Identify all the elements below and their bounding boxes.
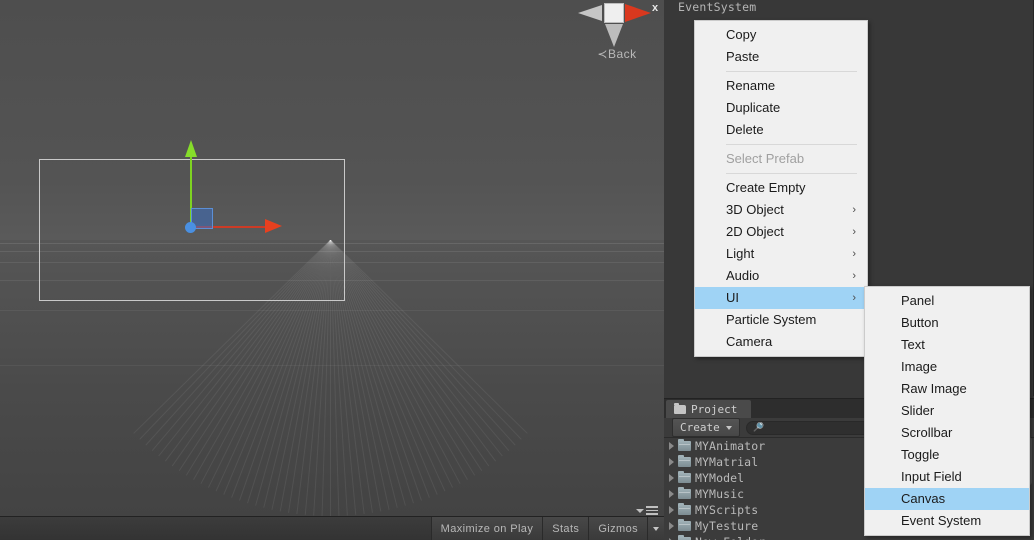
gizmo-view-label: ≺Back	[574, 47, 660, 61]
ui-submenu-item-scrollbar[interactable]: Scrollbar	[865, 422, 1029, 444]
chevron-right-icon: ›	[852, 204, 856, 216]
gizmo-positive-x-cone-icon[interactable]	[625, 4, 651, 22]
project-folder-label: MYScripts	[695, 503, 759, 517]
tab-project[interactable]: Project	[666, 400, 752, 418]
menu-item-copy[interactable]: Copy	[695, 24, 867, 46]
ui-submenu[interactable]: Panel Button Text Image Raw Image Slider Scrol…	[864, 286, 1030, 536]
folder-icon	[678, 470, 691, 483]
menu-item-ui[interactable]: UI ›	[695, 287, 867, 309]
menu-item-delete[interactable]: Delete	[695, 119, 867, 141]
scene-view-options-icon[interactable]	[636, 505, 658, 516]
gizmo-negative-y-cone-icon[interactable]	[605, 24, 623, 47]
project-folder-label: New Folder	[695, 535, 765, 540]
disclosure-triangle-icon[interactable]	[669, 458, 674, 466]
gizmos-dropdown-button[interactable]	[647, 517, 664, 540]
chevron-right-icon: ›	[852, 226, 856, 238]
tab-project-label: Project	[691, 402, 738, 416]
gizmo-negative-x-cone-icon[interactable]	[578, 5, 602, 21]
chevron-right-icon: ›	[852, 248, 856, 260]
gizmo-x-axis-label: x	[652, 2, 659, 14]
folder-icon	[678, 454, 691, 467]
unity-editor-window: x ≺Back Maximize on Play Stats Gizmos Ev…	[0, 0, 1034, 540]
ui-submenu-item-toggle[interactable]: Toggle	[865, 444, 1029, 466]
ui-submenu-item-slider[interactable]: Slider	[865, 400, 1029, 422]
gizmos-button[interactable]: Gizmos	[588, 517, 647, 540]
folder-icon	[674, 402, 686, 414]
ui-submenu-item-canvas[interactable]: Canvas	[865, 488, 1029, 510]
menu-item-create-empty[interactable]: Create Empty	[695, 177, 867, 199]
hierarchy-context-menu[interactable]: Copy Paste Rename Duplicate Delete Select Pre…	[694, 20, 868, 357]
project-folder-label: MYAnimator	[695, 439, 766, 453]
chevron-down-icon	[653, 526, 659, 531]
gizmo-lock-chevron-icon: ≺	[597, 47, 608, 61]
ui-submenu-item-panel[interactable]: Panel	[865, 290, 1029, 312]
ui-submenu-item-raw-image[interactable]: Raw Image	[865, 378, 1029, 400]
menu-item-2d-object[interactable]: 2D Object ›	[695, 221, 867, 243]
chevron-down-icon	[725, 425, 732, 430]
folder-icon	[678, 486, 691, 499]
folder-icon	[678, 518, 691, 531]
menu-item-light[interactable]: Light ›	[695, 243, 867, 265]
create-button-label: Create	[680, 421, 720, 434]
scene-bottom-toolbar: Maximize on Play Stats Gizmos	[0, 516, 664, 540]
stats-button[interactable]: Stats	[542, 517, 589, 540]
ui-submenu-item-event-system[interactable]: Event System	[865, 510, 1029, 532]
menu-item-paste[interactable]: Paste	[695, 46, 867, 68]
menu-item-audio[interactable]: Audio ›	[695, 265, 867, 287]
disclosure-triangle-icon[interactable]	[669, 474, 674, 482]
chevron-right-icon: ›	[852, 292, 856, 304]
ui-submenu-item-image[interactable]: Image	[865, 356, 1029, 378]
project-folder-label: MYModel	[695, 471, 745, 485]
transform-gizmo-y-arrow-icon[interactable]	[185, 140, 197, 157]
disclosure-triangle-icon[interactable]	[669, 522, 674, 530]
gizmo-center-cube-icon[interactable]	[604, 3, 624, 23]
chevron-down-icon	[636, 508, 644, 513]
chevron-right-icon: ›	[852, 270, 856, 282]
disclosure-triangle-icon[interactable]	[669, 442, 674, 450]
scene-grid-line	[330, 240, 468, 480]
hamburger-icon	[646, 506, 658, 515]
scene-orientation-gizmo[interactable]: x ≺Back	[572, 0, 662, 70]
project-folder-label: MYMatrial	[695, 455, 759, 469]
menu-item-particle-system[interactable]: Particle System	[695, 309, 867, 331]
transform-gizmo-x-arrow-icon[interactable]	[265, 219, 282, 233]
folder-icon	[678, 502, 691, 515]
project-folder-label: MyTesture	[695, 519, 759, 533]
menu-item-select-prefab: Select Prefab	[726, 151, 805, 166]
menu-item-duplicate[interactable]: Duplicate	[695, 97, 867, 119]
disclosure-triangle-icon[interactable]	[669, 506, 674, 514]
scene-grid-line	[330, 240, 446, 492]
folder-icon	[678, 438, 691, 451]
project-folder-label: MYMusic	[695, 487, 745, 501]
menu-separator	[726, 71, 857, 72]
hierarchy-item-eventsystem[interactable]: EventSystem	[678, 0, 756, 14]
ui-submenu-item-button[interactable]: Button	[865, 312, 1029, 334]
ui-submenu-item-input-field[interactable]: Input Field	[865, 466, 1029, 488]
maximize-on-play-button[interactable]: Maximize on Play	[430, 517, 543, 540]
create-button[interactable]: Create	[672, 418, 740, 437]
gizmo-view-name: Back	[607, 47, 637, 61]
menu-separator	[726, 144, 857, 145]
menu-item-camera[interactable]: Camera	[695, 331, 867, 353]
menu-separator	[726, 173, 857, 174]
ui-submenu-item-text[interactable]: Text	[865, 334, 1029, 356]
menu-item-3d-object[interactable]: 3D Object ›	[695, 199, 867, 221]
transform-gizmo-origin-handle[interactable]	[185, 222, 196, 233]
menu-item-rename[interactable]: Rename	[695, 75, 867, 97]
scene-view[interactable]: x ≺Back	[0, 0, 664, 516]
disclosure-triangle-icon[interactable]	[669, 490, 674, 498]
search-icon: 🔍	[752, 422, 764, 432]
